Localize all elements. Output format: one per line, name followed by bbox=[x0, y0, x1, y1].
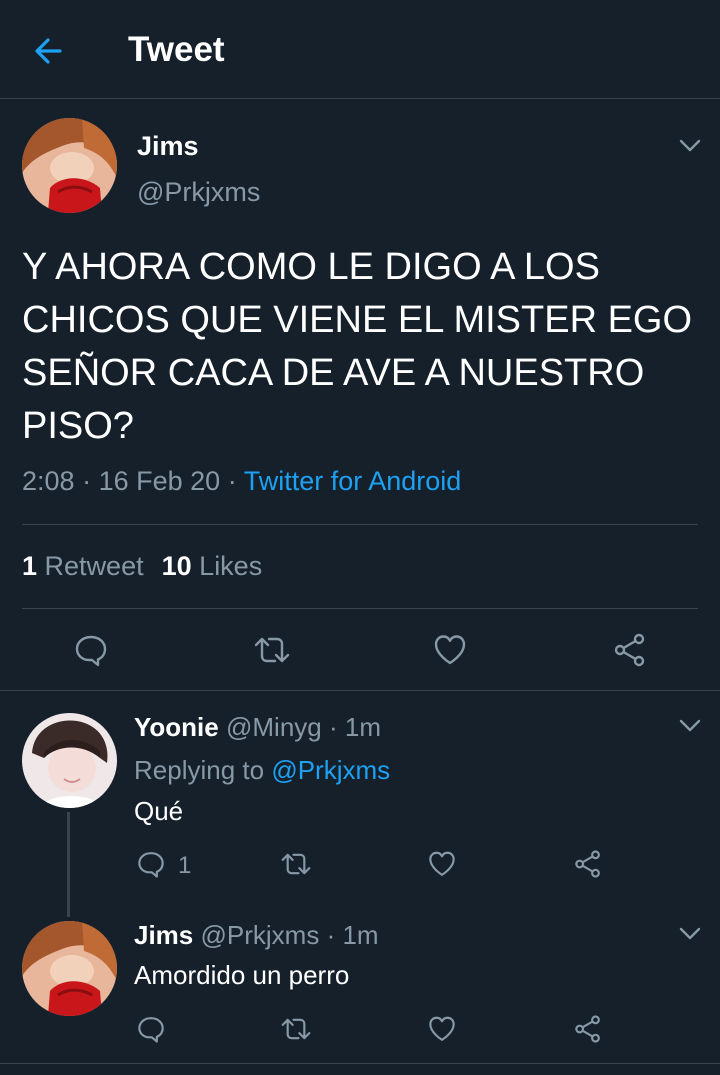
reply-text: Qué bbox=[134, 796, 184, 826]
replying-to-link[interactable]: @Prkjxms bbox=[271, 755, 390, 785]
reply-time: 1m bbox=[344, 712, 381, 742]
reply-header: Yoonie @Minyg · 1m bbox=[134, 712, 381, 743]
reply-button[interactable] bbox=[73, 632, 109, 668]
likes-stat[interactable]: 10 Likes bbox=[162, 551, 263, 581]
separator: · bbox=[326, 920, 336, 950]
separator: · bbox=[227, 466, 237, 496]
reply-header: Jims @Prkjxms · 1m bbox=[134, 920, 379, 951]
reply-avatar[interactable] bbox=[22, 713, 117, 808]
reply-avatar[interactable] bbox=[22, 921, 117, 1016]
separator: · bbox=[82, 466, 92, 496]
reply-count: 1 bbox=[178, 852, 192, 879]
retweet-icon bbox=[281, 1018, 311, 1040]
retweet-button[interactable] bbox=[280, 1014, 312, 1044]
share-icon bbox=[614, 633, 645, 667]
chevron-down-icon[interactable] bbox=[679, 927, 701, 941]
top-bar: Tweet bbox=[0, 0, 720, 99]
arrow-left-icon bbox=[35, 38, 62, 64]
author-avatar[interactable] bbox=[22, 118, 117, 213]
tweet-time: 2:08 bbox=[22, 466, 75, 496]
page-title: Tweet bbox=[128, 30, 225, 69]
share-button[interactable] bbox=[573, 849, 603, 879]
heart-icon bbox=[429, 1016, 455, 1041]
back-button[interactable] bbox=[30, 32, 68, 70]
tweet-meta: 2:08 · 16 Feb 20 · Twitter for Android bbox=[22, 466, 461, 497]
tweet-source-link[interactable]: Twitter for Android bbox=[244, 466, 462, 496]
divider bbox=[0, 690, 720, 691]
tweet-text-line: CHICOS QUE VIENE EL MISTER EGO bbox=[22, 299, 693, 341]
tweet-text-line: SEÑOR CACA DE AVE A NUESTRO bbox=[22, 352, 645, 394]
replying-to: Replying to @Prkjxms bbox=[134, 755, 390, 786]
retweet-icon bbox=[254, 637, 290, 663]
heart-icon bbox=[429, 851, 455, 876]
retweets-stat[interactable]: 1 Retweet bbox=[22, 551, 144, 581]
share-button[interactable] bbox=[573, 1014, 603, 1044]
reply-text: Amordido un perro bbox=[134, 960, 350, 990]
comment-icon bbox=[138, 852, 164, 878]
chevron-down-icon[interactable] bbox=[679, 139, 701, 153]
like-button[interactable] bbox=[427, 1014, 457, 1044]
author-handle[interactable]: @Prkjxms bbox=[137, 177, 260, 208]
chevron-down-icon[interactable] bbox=[679, 719, 701, 733]
author-name[interactable]: Jims bbox=[137, 131, 199, 162]
reply-button[interactable] bbox=[136, 849, 166, 879]
likes-label: Likes bbox=[199, 551, 263, 581]
thread-connector bbox=[67, 812, 70, 917]
divider bbox=[22, 524, 698, 525]
like-button[interactable] bbox=[432, 632, 468, 668]
comment-icon bbox=[138, 1017, 164, 1043]
reply-author-handle[interactable]: @Minyg bbox=[226, 712, 322, 742]
share-button[interactable] bbox=[612, 632, 648, 668]
reply-time: 1m bbox=[342, 920, 379, 950]
reply-button[interactable] bbox=[136, 1014, 166, 1044]
tweet-text-line: PISO? bbox=[22, 405, 134, 447]
replying-prefix: Replying to bbox=[134, 755, 265, 785]
heart-icon bbox=[434, 635, 466, 665]
tweet-detail-screen: Tweet Jims @Prkjxms Y AHORA COMO LE DIGO… bbox=[0, 0, 720, 1075]
reply-author-name[interactable]: Yoonie bbox=[134, 712, 219, 742]
retweets-count: 1 bbox=[22, 551, 38, 581]
comment-icon bbox=[75, 635, 107, 667]
retweet-button[interactable] bbox=[280, 849, 312, 879]
tweet-date: 16 Feb 20 bbox=[98, 466, 221, 496]
share-icon bbox=[575, 850, 600, 878]
separator: · bbox=[328, 712, 338, 742]
retweet-button[interactable] bbox=[253, 632, 291, 668]
likes-count: 10 bbox=[161, 551, 192, 581]
divider bbox=[0, 1063, 720, 1064]
tweet-text: Y AHORA COMO LE DIGO A LOS CHICOS QUE VI… bbox=[22, 241, 712, 453]
share-icon bbox=[575, 1015, 600, 1043]
tweet-stats: 1 Retweet 10 Likes bbox=[22, 551, 262, 582]
reply-author-name[interactable]: Jims bbox=[134, 920, 193, 950]
retweet-icon bbox=[281, 853, 311, 875]
reply-author-handle[interactable]: @Prkjxms bbox=[201, 920, 320, 950]
divider bbox=[22, 608, 698, 609]
like-button[interactable] bbox=[427, 849, 457, 879]
retweets-label: Retweet bbox=[44, 551, 144, 581]
tweet-text-line: Y AHORA COMO LE DIGO A LOS bbox=[22, 246, 600, 288]
